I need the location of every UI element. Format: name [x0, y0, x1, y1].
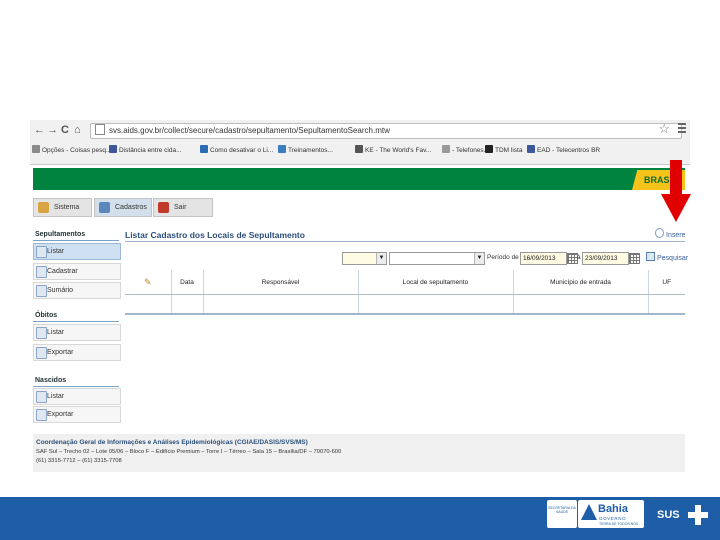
- bookmark-icon: [442, 145, 450, 153]
- sidebar-divider: [33, 386, 119, 387]
- page-icon: [95, 124, 105, 135]
- list-icon: [36, 246, 47, 258]
- sus-logo-text: SUS: [657, 509, 680, 521]
- header-band: [33, 168, 685, 190]
- bookmark-item[interactable]: Opções - Coisas pesq...: [32, 145, 111, 154]
- bookmark-star-icon[interactable]: ☆: [658, 121, 670, 137]
- bookmark-icon: [32, 145, 40, 153]
- chevron-down-icon[interactable]: ▼: [376, 253, 386, 264]
- sidebar-item-listar-nascidos[interactable]: Listar: [33, 388, 121, 405]
- sidebar-item-sumario[interactable]: Sumário: [33, 282, 121, 299]
- export-icon: [36, 409, 47, 421]
- to-label: à: [577, 254, 581, 261]
- footer-address: SAF Sul – Trecho 02 – Lote 05/06 – Bloco…: [36, 449, 342, 455]
- bookmark-item[interactable]: EAD - Telecentros BR: [527, 145, 600, 154]
- records-icon: [99, 202, 110, 213]
- bookmark-icon: [200, 145, 208, 153]
- title-divider: [125, 241, 685, 242]
- filter-select-2[interactable]: ▼: [389, 252, 485, 265]
- system-icon: [38, 202, 49, 213]
- footer-phones: (61) 3315-7712 – (61) 3315-7708: [36, 458, 122, 464]
- filter-select-1[interactable]: ▼: [342, 252, 387, 265]
- sidebar-section-title: Óbitos: [35, 312, 58, 319]
- sus-cross-icon: [688, 505, 708, 525]
- bahia-emblem-icon: [581, 504, 597, 520]
- calendar-icon[interactable]: [629, 253, 640, 264]
- sidebar-item-exportar-obitos[interactable]: Exportar: [33, 344, 121, 361]
- menu-icon[interactable]: [678, 123, 686, 135]
- date-from-input[interactable]: 16/09/2013: [520, 252, 567, 265]
- period-label: Período de: [487, 254, 519, 261]
- bookmark-item[interactable]: Treinamentos...: [278, 145, 333, 154]
- column-header[interactable]: Responsável: [203, 270, 359, 295]
- table-row: [125, 294, 685, 315]
- bookmark-icon: [278, 145, 286, 153]
- secretaria-logo: SECRETARIA DA SAÚDE: [547, 500, 577, 528]
- column-header[interactable]: Data: [171, 270, 204, 295]
- page-title: Listar Cadastro dos Locais de Sepultamen…: [125, 230, 305, 240]
- column-header[interactable]: UF: [648, 270, 685, 295]
- bookmark-icon: [485, 145, 493, 153]
- sidebar-divider: [33, 321, 119, 322]
- insert-button[interactable]: Insere: [655, 228, 685, 239]
- bookmark-item[interactable]: KE - The World's Fav...: [355, 145, 431, 154]
- search-icon: [646, 252, 655, 261]
- column-header[interactable]: Local de sepultamento: [358, 270, 514, 295]
- tab-sistema[interactable]: Sistema: [33, 198, 92, 217]
- bookmark-icon: [355, 145, 363, 153]
- bookmark-icon: [527, 145, 535, 153]
- tab-sair[interactable]: Sair: [153, 198, 213, 217]
- tab-cadastros[interactable]: Cadastros: [94, 198, 152, 217]
- bookmark-item[interactable]: Como desativar o Li...: [200, 145, 273, 154]
- summary-icon: [36, 285, 47, 297]
- edit-icon: ✎: [143, 276, 152, 287]
- bookmark-item[interactable]: Distância entre cida...: [109, 145, 182, 154]
- list-icon: [36, 327, 47, 339]
- sidebar-divider: [33, 240, 119, 241]
- bookmarks-bar: Opções - Coisas pesq... Distância entre …: [30, 142, 690, 160]
- sidebar-section-title: Sepultamentos: [35, 231, 86, 238]
- search-button[interactable]: Pesquisar: [646, 252, 688, 262]
- add-icon: [36, 266, 47, 278]
- export-icon: [36, 347, 47, 359]
- exit-icon: [158, 202, 169, 213]
- address-bar[interactable]: svs.aids.gov.br/collect/secure/cadastro/…: [90, 123, 682, 139]
- table-header-row: ✎ Data Responsável Local de sepultamento…: [125, 270, 685, 295]
- sidebar-section-title: Nascidos: [35, 377, 67, 384]
- footer-title: Coordenação Geral de Informações e Análi…: [36, 439, 308, 446]
- url-text: svs.aids.gov.br/collect/secure/cadastro/…: [109, 126, 390, 135]
- bookmark-icon: [109, 145, 117, 153]
- column-header[interactable]: Município de entrada: [513, 270, 649, 295]
- sidebar-item-cadastrar[interactable]: Cadastrar: [33, 263, 121, 280]
- forward-icon[interactable]: →: [47, 124, 58, 136]
- insert-icon: [655, 228, 664, 238]
- list-icon: [36, 391, 47, 403]
- results-table: ✎ Data Responsável Local de sepultamento…: [125, 270, 685, 315]
- bookmark-item[interactable]: TDM lista: [485, 145, 522, 154]
- back-icon[interactable]: ←: [34, 124, 45, 136]
- sidebar-item-listar-obitos[interactable]: Listar: [33, 324, 121, 341]
- date-to-input[interactable]: 23/09/2013: [582, 252, 629, 265]
- chevron-down-icon[interactable]: ▼: [474, 253, 484, 264]
- sidebar-item-listar-sepultamentos[interactable]: Listar: [33, 243, 121, 260]
- home-icon[interactable]: ⌂: [74, 124, 81, 136]
- bookmark-item[interactable]: - Telefones...: [442, 145, 489, 154]
- column-header-edit: ✎: [125, 270, 172, 295]
- browser-chrome: ← → C ⌂ svs.aids.gov.br/collect/secure/c…: [30, 120, 690, 165]
- bahia-logo: Bahia GOVERNO TERRA DE TODOS NÓS: [578, 500, 644, 528]
- red-arrow-annotation: [661, 160, 691, 222]
- sidebar-item-exportar-nascidos[interactable]: Exportar: [33, 406, 121, 423]
- reload-icon[interactable]: C: [61, 124, 69, 136]
